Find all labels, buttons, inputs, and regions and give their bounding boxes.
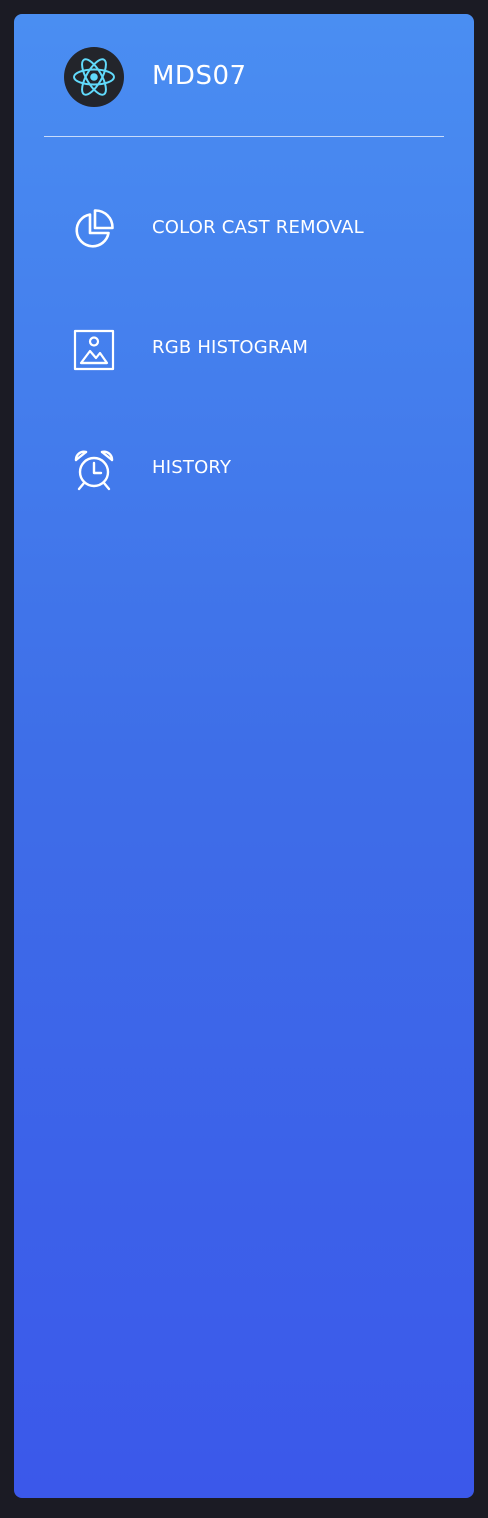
sidebar-item-label: HISTORY [152, 457, 232, 478]
image-icon [72, 328, 116, 372]
sidebar-item-color-cast-removal[interactable]: COLOR CAST REMOVAL [14, 168, 474, 288]
sidebar: MDS07 COLOR CAST REMOVAL RGB HISTOGRAM H… [14, 14, 474, 1498]
alarm-clock-icon [72, 448, 116, 492]
brand-name: MDS07 [152, 61, 247, 91]
react-atom-icon[interactable] [64, 47, 124, 107]
divider [44, 136, 444, 137]
sidebar-item-label: RGB HISTOGRAM [152, 337, 309, 358]
pie-chart-icon [72, 208, 116, 252]
sidebar-item-rgb-histogram[interactable]: RGB HISTOGRAM [14, 288, 474, 408]
sidebar-item-history[interactable]: HISTORY [14, 408, 474, 528]
brand-header[interactable]: MDS07 [14, 14, 474, 136]
sidebar-item-label: COLOR CAST REMOVAL [152, 217, 364, 238]
sidebar-menu: COLOR CAST REMOVAL RGB HISTOGRAM HISTORY [14, 168, 474, 528]
